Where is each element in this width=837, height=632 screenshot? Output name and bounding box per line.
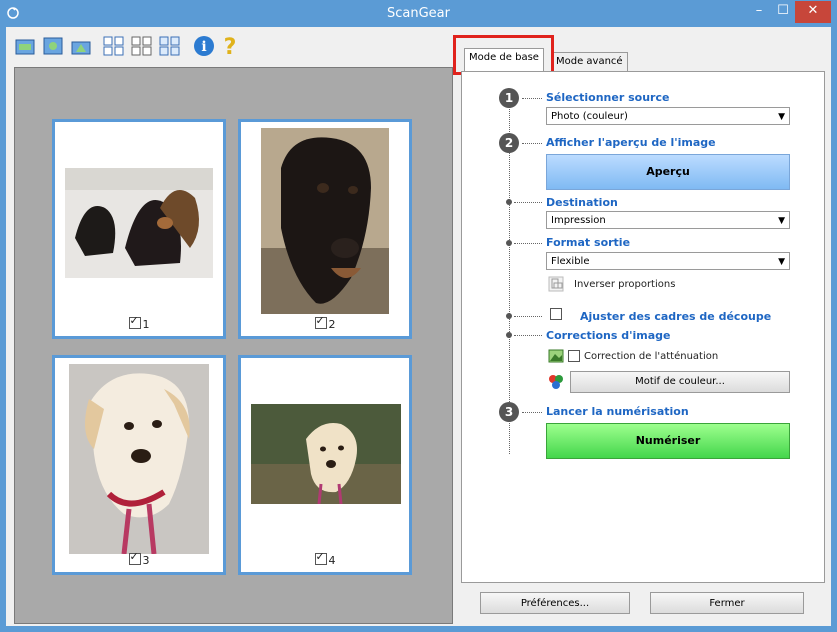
- thumbnail-grid-icon[interactable]: [102, 34, 126, 58]
- destination-select[interactable]: Impression ▼: [546, 211, 790, 229]
- preview-button[interactable]: Aperçu: [546, 154, 790, 190]
- toolbar: i ?: [6, 27, 461, 63]
- color-pattern-icon: [549, 375, 563, 389]
- sub-step-bullet: [506, 313, 512, 319]
- step-dots: [522, 143, 542, 144]
- chevron-down-icon: ▼: [778, 216, 785, 226]
- adjust-crop-label[interactable]: Ajuster des cadres de découpe: [580, 310, 771, 323]
- output-size-label: Format sortie: [546, 236, 631, 249]
- fading-correction-checkbox[interactable]: [568, 350, 580, 362]
- thumbnail-number: 1: [142, 318, 150, 331]
- client-area: i ? 1: [6, 27, 831, 626]
- step-dots: [514, 202, 542, 203]
- step-dots: [514, 316, 542, 317]
- step-dots: [514, 243, 542, 244]
- thumbnail-2-checkbox[interactable]: 2: [241, 314, 409, 331]
- thumbnail-number: 2: [328, 318, 336, 331]
- source-select-value: Photo (couleur): [551, 111, 628, 122]
- checkbox-icon[interactable]: [128, 314, 141, 329]
- close-button[interactable]: Fermer: [650, 592, 804, 614]
- checkbox-icon[interactable]: [314, 550, 327, 565]
- dogs-photo-1: [65, 168, 213, 278]
- step-dots: [522, 98, 542, 99]
- thumbnail-number: 4: [328, 554, 336, 567]
- invert-ratio-icon[interactable]: [548, 276, 564, 292]
- thumbnail-2x2-icon[interactable]: [130, 34, 154, 58]
- scan-button[interactable]: Numériser: [546, 423, 790, 459]
- select-source-label: Sélectionner source: [546, 91, 670, 104]
- output-size-select[interactable]: Flexible ▼: [546, 252, 790, 270]
- thumbnail-3-checkbox[interactable]: 3: [55, 550, 223, 567]
- thumbnail-2[interactable]: 2: [238, 119, 412, 339]
- preferences-button[interactable]: Préférences...: [480, 592, 630, 614]
- minimize-button[interactable]: –: [747, 1, 771, 23]
- svg-text:i: i: [201, 39, 206, 55]
- scan-left-icon[interactable]: [14, 34, 38, 58]
- maximize-button[interactable]: ☐: [771, 1, 795, 23]
- adjust-crop-checkbox[interactable]: [550, 308, 562, 320]
- info-icon[interactable]: i: [192, 34, 216, 58]
- thumbnail-4-checkbox[interactable]: 4: [241, 550, 409, 567]
- thumbnail-1[interactable]: 1: [52, 119, 226, 339]
- tab-highlight-frame: [453, 35, 554, 75]
- scangear-window: ScanGear – ☐ ✕ i ? ✓1 ✓ 2 ✓3 ✓ 4 Mode de…: [0, 0, 837, 632]
- title-bar[interactable]: ScanGear – ☐ ✕: [0, 0, 837, 27]
- source-select[interactable]: Photo (couleur) ▼: [546, 107, 790, 125]
- checkbox-icon[interactable]: [128, 550, 141, 565]
- svg-text:?: ?: [224, 35, 237, 58]
- dog-photo-3: [69, 364, 209, 554]
- start-scan-label: Lancer la numérisation: [546, 405, 689, 418]
- chevron-down-icon: ▼: [778, 112, 785, 122]
- sub-step-bullet: [506, 199, 512, 205]
- help-icon[interactable]: ?: [218, 34, 242, 58]
- settings-panel: 1 Sélectionner source Photo (couleur) ▼ …: [461, 71, 825, 583]
- fading-correction-icon: [548, 349, 564, 363]
- dog-photo-4: [251, 404, 401, 504]
- thumbnail-whole-icon[interactable]: [158, 34, 182, 58]
- invert-ratio-label: Inverser proportions: [574, 279, 676, 290]
- scan-middle-icon[interactable]: [42, 34, 66, 58]
- image-corrections-label: Corrections d'image: [546, 329, 671, 342]
- fading-correction-label: Correction de l'atténuation: [584, 351, 719, 362]
- sub-step-bullet: [506, 332, 512, 338]
- sub-step-bullet: [506, 240, 512, 246]
- step-dots: [514, 335, 542, 336]
- thumbnail-4[interactable]: 4: [238, 355, 412, 575]
- color-pattern-button[interactable]: Motif de couleur...: [570, 371, 790, 393]
- step-2-badge: 2: [499, 133, 519, 153]
- destination-label: Destination: [546, 196, 618, 209]
- step-3-badge: 3: [499, 402, 519, 422]
- checkbox-icon[interactable]: [314, 314, 327, 329]
- close-window-button[interactable]: ✕: [795, 1, 831, 23]
- output-size-select-value: Flexible: [551, 256, 590, 267]
- chevron-down-icon: ▼: [778, 257, 785, 267]
- preview-area[interactable]: 1 2: [14, 67, 453, 624]
- preview-image-label: Afficher l'aperçu de l'image: [546, 136, 716, 149]
- thumbnail-3[interactable]: 3: [52, 355, 226, 575]
- dog-photo-2: [261, 128, 389, 314]
- thumbnail-number: 3: [142, 554, 150, 567]
- thumbnail-1-checkbox[interactable]: 1: [55, 314, 223, 331]
- step-dots: [522, 412, 542, 413]
- window-title: ScanGear: [387, 6, 450, 21]
- step-1-badge: 1: [499, 88, 519, 108]
- scan-right-icon[interactable]: [70, 34, 94, 58]
- destination-select-value: Impression: [551, 215, 606, 226]
- tab-advanced-mode[interactable]: Mode avancé: [551, 52, 628, 71]
